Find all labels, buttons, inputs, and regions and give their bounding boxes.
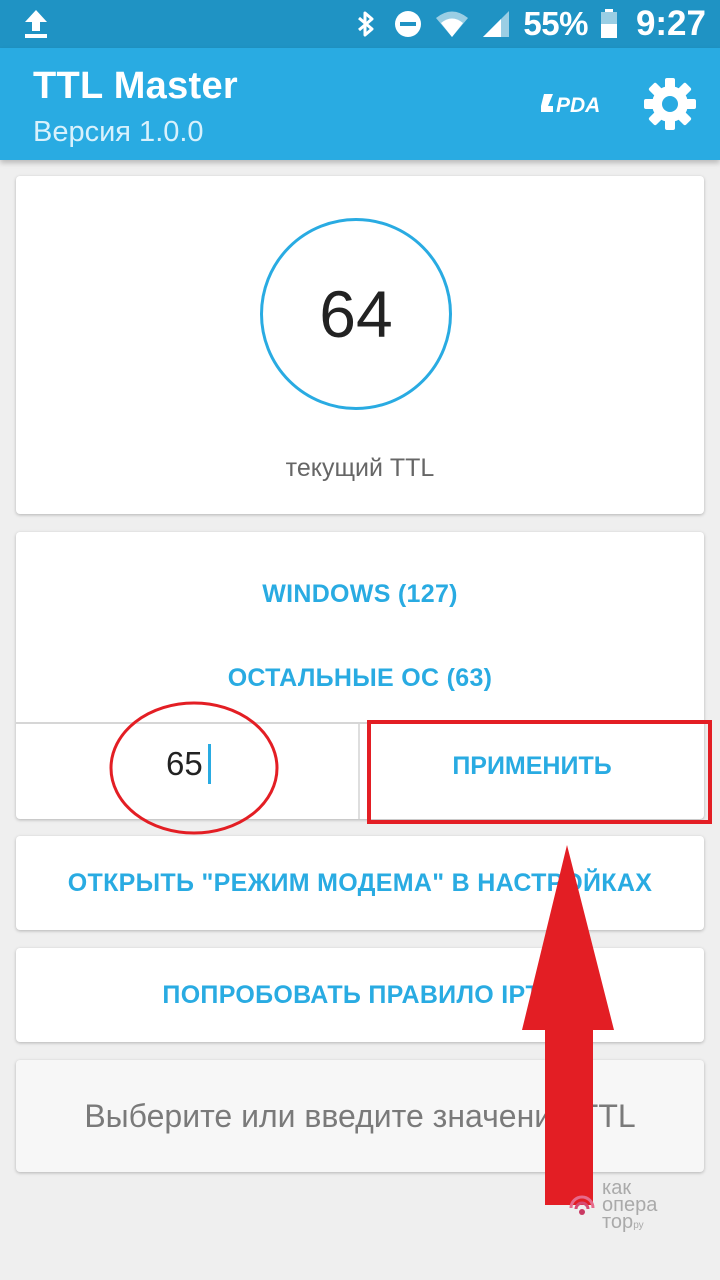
ttl-input-container[interactable] [16, 724, 358, 819]
app-version: Версия 1.0.0 [33, 116, 204, 148]
watermark-text: как опера торру [602, 1177, 658, 1233]
open-modem-settings-label: ОТКРЫТЬ "РЕЖИМ МОДЕМА" В НАСТРОЙКАХ [67, 869, 653, 897]
clock: 9:27 [635, 4, 706, 43]
text-cursor [208, 744, 211, 784]
battery-icon [600, 9, 617, 38]
watermark: как опера торру [562, 1178, 712, 1234]
ttl-circle: 64 [260, 218, 452, 410]
upload-icon [25, 10, 47, 38]
app-bar: TTL Master Версия 1.0.0 PDA [0, 48, 720, 160]
status-bar: 55% 9:27 [0, 0, 720, 48]
ttl-input[interactable] [166, 744, 246, 784]
wifi-icon [436, 11, 469, 37]
apply-button[interactable]: ПРИМЕНИТЬ [360, 724, 704, 819]
try-iptables-label: ПОПРОБОВАТЬ ПРАВИЛО IPTA [162, 981, 558, 1009]
current-ttl-value: 64 [319, 277, 393, 351]
current-ttl-label: текущий TTL [285, 454, 435, 482]
hint-card: Выберите или введите значение TTL [16, 1060, 704, 1172]
try-iptables-button[interactable]: ПОПРОБОВАТЬ ПРАВИЛО IPTA [16, 948, 704, 1042]
ttl-presets-card: WINDOWS (127) ОСТАЛЬНЫЕ ОС (63) ПРИМЕНИТ… [16, 532, 704, 819]
do-not-disturb-icon [395, 11, 422, 37]
signal-icon [483, 11, 510, 37]
apply-button-label: ПРИМЕНИТЬ [452, 752, 612, 780]
4pda-logo[interactable]: PDA [540, 90, 610, 116]
other-os-preset-button[interactable]: ОСТАЛЬНЫЕ ОС (63) [16, 648, 704, 708]
status-icons: 55% 9:27 [351, 0, 706, 48]
hint-text: Выберите или введите значение TTL [84, 1098, 636, 1134]
gear-icon[interactable] [642, 76, 698, 132]
battery-percent: 55% [523, 5, 588, 42]
app-title: TTL Master [33, 65, 239, 107]
windows-preset-button[interactable]: WINDOWS (127) [16, 564, 704, 624]
current-ttl-card: 64 текущий TTL [16, 176, 704, 514]
bluetooth-icon [358, 11, 374, 37]
svg-text:PDA: PDA [556, 94, 600, 116]
open-modem-settings-button[interactable]: ОТКРЫТЬ "РЕЖИМ МОДЕМА" В НАСТРОЙКАХ [16, 836, 704, 930]
watermark-logo-icon [569, 1195, 595, 1215]
